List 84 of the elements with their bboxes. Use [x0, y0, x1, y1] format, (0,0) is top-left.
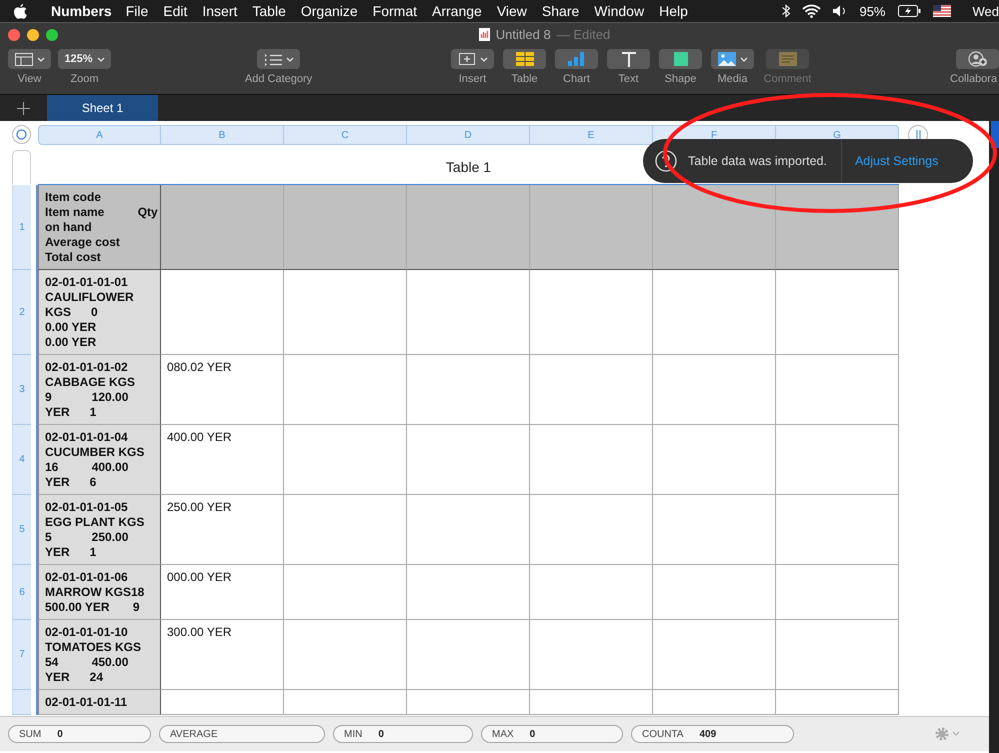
list-icon — [264, 52, 282, 66]
toolbar-label: Insert — [458, 73, 486, 85]
circle-icon — [16, 129, 27, 140]
menu-item[interactable]: Table — [252, 3, 286, 19]
menu-item[interactable]: Share — [542, 3, 580, 19]
notification-message: Table data was imported. — [688, 154, 827, 168]
table-cell: 000.00 YER — [161, 565, 284, 620]
help-icon[interactable] — [655, 150, 677, 172]
apple-logo-icon[interactable] — [14, 4, 27, 18]
note-icon — [778, 52, 796, 66]
shape-button[interactable] — [659, 49, 702, 69]
table-cell: 300.00 YER — [161, 620, 284, 690]
volume-icon[interactable] — [833, 5, 848, 17]
table-cell: Item code Item name Qty on hand Average cost Total cost — [38, 185, 161, 270]
plus-icon — [17, 102, 30, 114]
sheet-tab[interactable]: Sheet 1 — [47, 95, 158, 121]
view-button[interactable] — [8, 49, 51, 69]
collaborate-button[interactable] — [956, 49, 999, 69]
close-button[interactable] — [8, 29, 20, 41]
table-cell: 02-01-01-01-10 TOMATOES KGS 54 450.00 YER 24 — [38, 620, 161, 690]
pause-icon — [916, 130, 920, 140]
image-icon — [718, 52, 736, 66]
toolbar-label: View — [18, 73, 42, 85]
layout-icon — [14, 52, 32, 66]
toolbar-label: Text — [618, 73, 639, 85]
zoom-button[interactable]: 125% — [58, 49, 111, 69]
toolbar-label: Collabora — [950, 73, 998, 85]
table-cell: 02-01-01-01-02 CABBAGE KGS 9 120.00 YER 1 — [38, 355, 161, 425]
table-cell: 080.02 YER — [161, 355, 284, 425]
toolbar-label: Comment — [764, 73, 812, 85]
table-cell: 400.00 YER — [161, 425, 284, 495]
menu-item[interactable]: Arrange — [432, 3, 482, 19]
zoom-button[interactable] — [46, 29, 58, 41]
formula-summary[interactable]: SUM 0 — [8, 725, 151, 743]
toolbar-label: Zoom — [70, 73, 99, 85]
menu-item[interactable]: Edit — [163, 3, 188, 19]
select-table-button[interactable] — [12, 125, 31, 144]
formula-summary[interactable]: MAX 0 — [481, 725, 623, 743]
adjust-settings-link[interactable]: Adjust Settings — [854, 154, 938, 168]
document-icon — [478, 28, 490, 40]
menu-item[interactable]: Help — [659, 3, 688, 19]
table-button[interactable] — [503, 49, 546, 69]
battery-percentage: 95% — [859, 4, 886, 18]
toolbar-label: Add Category — [244, 73, 312, 85]
menu-item[interactable]: Window — [594, 3, 644, 19]
flag-icon[interactable] — [932, 5, 950, 17]
menu-item[interactable]: Insert — [202, 3, 238, 19]
category-button[interactable] — [257, 49, 300, 69]
toolbar-label: Table — [511, 73, 538, 85]
bluetooth-icon[interactable] — [782, 4, 790, 18]
media-button[interactable] — [711, 49, 754, 69]
table-cell: 02-01-01-01-05 EGG PLANT KGS 5 250.00 YER 1 — [38, 495, 161, 565]
wifi-icon[interactable] — [802, 4, 822, 18]
formula-summary[interactable]: MIN 0 — [333, 725, 473, 743]
edited-status: — Edited — [556, 26, 610, 42]
toolbar-label: Chart — [563, 73, 590, 85]
add-person-icon — [968, 51, 988, 67]
table-cell: 02-01-01-01-11 — [38, 690, 161, 715]
toolbar-label: Media — [718, 73, 748, 85]
formula-summary[interactable]: COUNTA 409 — [631, 725, 794, 743]
menu-item[interactable]: Format — [372, 3, 418, 19]
menu-item[interactable]: File — [126, 3, 148, 19]
battery-icon[interactable] — [898, 5, 920, 17]
table-icon — [516, 52, 534, 66]
insert-button[interactable] — [451, 49, 494, 69]
table-cell: 250.00 YER — [161, 495, 284, 565]
chart-button[interactable] — [555, 49, 598, 69]
minimize-button[interactable] — [27, 29, 39, 41]
formula-summary[interactable]: AVERAGE — [159, 725, 325, 743]
text-icon — [622, 52, 636, 66]
table-cell: 02-01-01-01-06 MARROW KGS18 500.00 YER 9 — [38, 565, 161, 620]
insert-icon — [458, 52, 476, 66]
toolbar-label: Shape — [664, 73, 696, 85]
text-button[interactable] — [607, 49, 650, 69]
table-cell: 02-01-01-01-01 CAULIFLOWER KGS 0 0.00 YER 0.00 YER — [38, 270, 161, 355]
menu-item[interactable]: Organize — [300, 3, 358, 19]
table-cell: 02-01-01-01-04 CUCUMBER KGS 16 400.00 YER 6 — [38, 425, 161, 495]
square-icon — [674, 52, 688, 66]
clock-day[interactable]: Wed — [972, 4, 999, 18]
menu-item[interactable]: Numbers — [51, 3, 112, 19]
menu-item[interactable]: View — [496, 3, 527, 19]
table-title: Table 1 — [446, 159, 492, 175]
window-title: Untitled 8 — [496, 26, 551, 42]
bar-chart-icon — [568, 52, 586, 66]
